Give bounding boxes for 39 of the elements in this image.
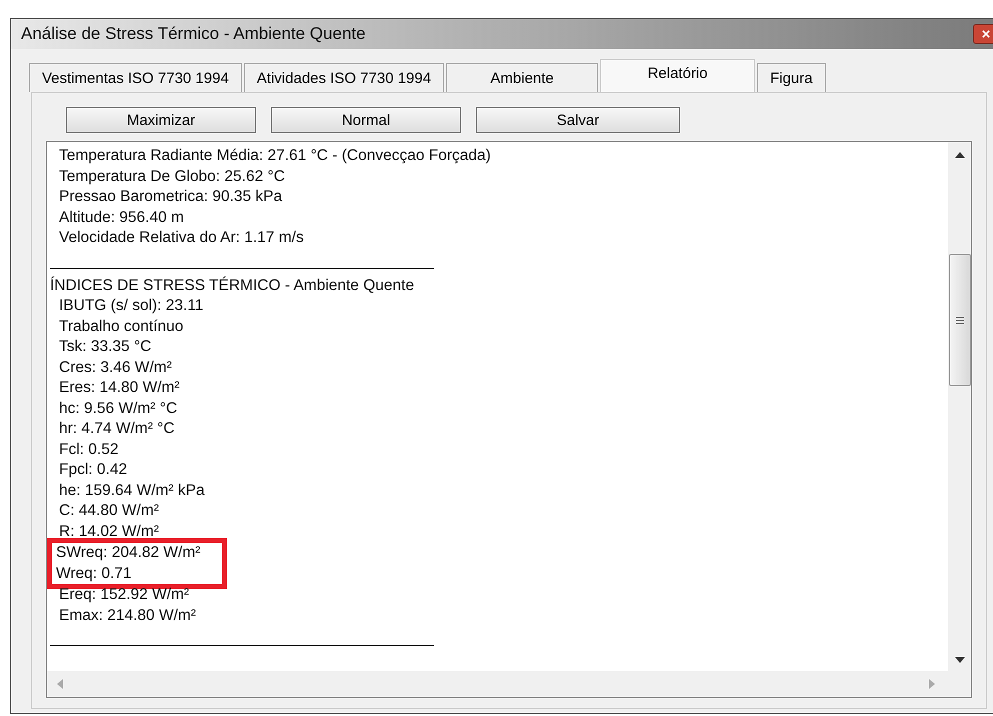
report-line: Ereq: 152.92 W/m² xyxy=(58,585,190,605)
horizontal-scrollbar[interactable] xyxy=(47,671,971,697)
close-button[interactable]: × xyxy=(973,24,993,44)
report-line: Tsk: 33.35 °C xyxy=(58,337,152,357)
report-heading: ÍNDICES DE STRESS TÉRMICO - Ambiente Quente xyxy=(50,276,416,296)
report-line: Cres: 3.46 W/m² xyxy=(58,358,173,378)
report-line: Eres: 14.80 W/m² xyxy=(58,378,181,398)
tab[interactable]: Vestimentas ISO 7730 1994 xyxy=(29,63,242,92)
window-title: Análise de Stress Térmico - Ambiente Quente xyxy=(21,24,366,44)
report-line: Pressao Barometrica: 90.35 kPa xyxy=(58,187,284,207)
report-line: R: 14.02 W/m² xyxy=(58,522,160,542)
report-line: SWreq: 204.82 W/m² xyxy=(55,543,202,563)
report-line: Trabalho contínuo xyxy=(58,316,184,336)
report-line: he: 159.64 W/m² kPa xyxy=(58,480,206,500)
report-line: hc: 9.56 W/m² °C xyxy=(58,398,178,418)
scroll-thumb[interactable] xyxy=(948,254,970,386)
report-line: Fcl: 0.52 xyxy=(58,440,120,460)
scroll-up-icon[interactable] xyxy=(954,152,964,158)
tab[interactable]: Relatório xyxy=(600,59,756,92)
vertical-scrollbar[interactable] xyxy=(948,142,971,671)
report-line: C: 44.80 W/m² xyxy=(58,501,160,521)
scroll-left-icon[interactable] xyxy=(57,679,63,689)
report-line: Velocidade Relativa do Ar: 1.17 m/s xyxy=(58,228,305,248)
report-line: hr: 4.74 W/m² °C xyxy=(58,419,176,439)
scroll-right-icon[interactable] xyxy=(929,679,935,689)
toolbar-button[interactable]: Normal xyxy=(271,107,461,133)
tab[interactable]: Atividades ISO 7730 1994 xyxy=(244,63,444,92)
report-line: Temperatura De Globo: 25.62 °C xyxy=(58,166,286,186)
report-line: Fpcl: 0.42 xyxy=(58,460,128,480)
toolbar-button[interactable]: Salvar xyxy=(476,107,680,133)
report-line: Altitude: 956.40 m xyxy=(58,208,185,228)
report-line: Temperatura Radiante Média: 27.61 °C - (Convecçao Forçada) xyxy=(58,146,492,166)
report-line: Wreq: 0.71 xyxy=(55,564,133,584)
toolbar-button[interactable]: Maximizar xyxy=(66,107,256,133)
report-line: Emax: 214.80 W/m² xyxy=(58,606,197,626)
scroll-down-icon[interactable] xyxy=(954,657,964,663)
tab[interactable]: Ambiente xyxy=(446,63,598,92)
report-line: IBUTG (s/ sol): 23.11 xyxy=(58,296,204,316)
tab[interactable]: Figura xyxy=(757,63,826,92)
